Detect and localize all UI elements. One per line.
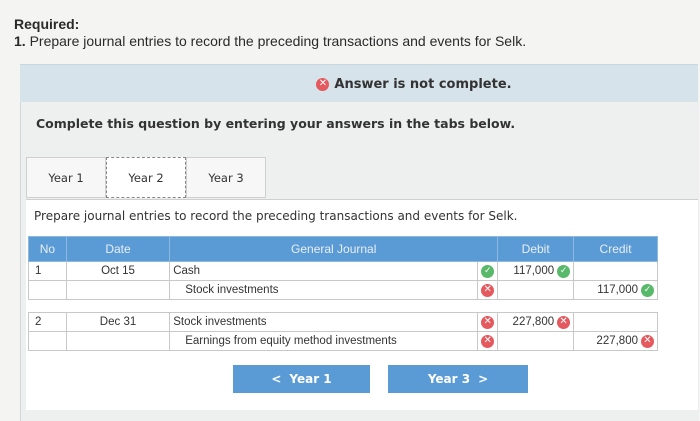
- row-account[interactable]: Cash: [169, 261, 479, 281]
- row-no[interactable]: [28, 331, 67, 351]
- sub-instruction: Prepare journal entries to record the pr…: [34, 209, 518, 223]
- row-credit[interactable]: [573, 312, 658, 332]
- prev-year-button[interactable]: < Year 1: [233, 365, 370, 393]
- tab-year-1[interactable]: Year 1: [26, 157, 106, 198]
- required-number: 1.: [14, 33, 26, 49]
- row-account[interactable]: Earnings from equity method investments: [173, 335, 397, 347]
- tab-year-3[interactable]: Year 3: [186, 157, 266, 198]
- header-debit: Debit: [497, 236, 575, 262]
- instruction-text: Complete this question by entering your …: [36, 116, 516, 131]
- x-circle-icon: ✕: [316, 77, 330, 91]
- table-row: 2 Dec 31 Stock investments ✕ 227,800 ✕: [28, 312, 658, 332]
- required-label: Required:: [14, 16, 80, 32]
- row-credit[interactable]: 117,000: [597, 284, 638, 296]
- row-date[interactable]: Oct 15: [65, 261, 171, 281]
- header-no: No: [28, 236, 67, 262]
- required-text: Prepare journal entries to record the pr…: [29, 33, 527, 49]
- next-year-button[interactable]: Year 3 >: [388, 365, 528, 393]
- check-circle-icon: ✓: [557, 264, 571, 278]
- status-banner: ✕ Answer is not complete.: [20, 64, 698, 104]
- table-row: Earnings from equity method investments …: [28, 331, 658, 351]
- prev-year-label: Year 1: [289, 372, 332, 386]
- row-account[interactable]: Stock investments: [169, 312, 479, 332]
- x-circle-icon: ✕: [481, 334, 495, 348]
- x-circle-icon: ✕: [481, 283, 495, 297]
- table-row: Stock investments ✕ 117,000 ✓: [28, 280, 658, 300]
- required-item: 1. Prepare journal entries to record the…: [14, 33, 526, 49]
- row-no[interactable]: 2: [28, 312, 67, 332]
- chevron-left-icon: <: [271, 372, 282, 386]
- x-circle-icon: ✕: [641, 334, 654, 348]
- header-general-journal: General Journal: [169, 236, 499, 262]
- row-debit[interactable]: [497, 331, 575, 351]
- row-date[interactable]: [65, 331, 171, 351]
- table-header-row: No Date General Journal Debit Credit: [28, 236, 658, 262]
- row-account[interactable]: Stock investments: [173, 284, 278, 296]
- row-no[interactable]: [28, 280, 67, 300]
- table-spacer: [28, 299, 658, 313]
- row-debit[interactable]: 227,800: [513, 316, 555, 328]
- row-debit[interactable]: 117,000: [513, 265, 554, 277]
- row-credit[interactable]: [573, 261, 658, 281]
- row-date[interactable]: [65, 280, 171, 300]
- x-circle-icon: ✕: [557, 315, 571, 329]
- row-no[interactable]: 1: [28, 261, 67, 281]
- check-circle-icon: ✓: [481, 265, 495, 278]
- row-date[interactable]: Dec 31: [65, 312, 171, 332]
- check-circle-icon: ✓: [641, 283, 654, 297]
- banner-text: Answer is not complete.: [334, 76, 512, 92]
- journal-table: No Date General Journal Debit Credit 1 O…: [28, 236, 658, 351]
- tab-year-2[interactable]: Year 2: [106, 157, 186, 198]
- row-debit[interactable]: [497, 280, 575, 300]
- x-circle-icon: ✕: [481, 315, 495, 329]
- next-year-label: Year 3: [427, 372, 471, 386]
- header-credit: Credit: [573, 236, 658, 262]
- header-date: Date: [65, 236, 171, 262]
- year-tabs: Year 1 Year 2 Year 3: [26, 157, 266, 199]
- chevron-right-icon: >: [478, 372, 489, 386]
- row-credit[interactable]: 227,800: [596, 335, 638, 347]
- table-row: 1 Oct 15 Cash ✓ 117,000 ✓: [28, 261, 658, 281]
